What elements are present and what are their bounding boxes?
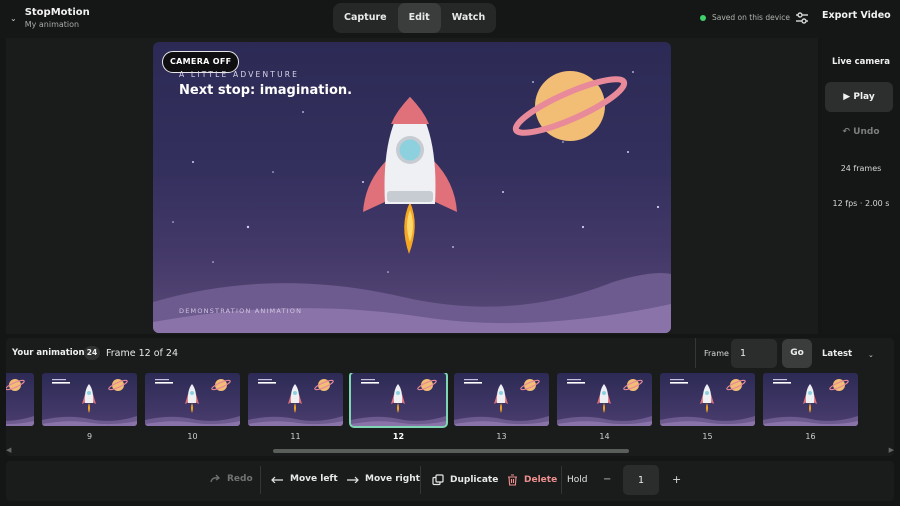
frame-number: 8 [6,432,34,439]
frame-number: 12 [392,432,405,439]
play-label: Play [853,92,875,102]
divider [260,466,261,494]
frame-number: 10 [187,432,198,439]
sort-select[interactable]: Latest [822,349,852,359]
undo-icon: ↶ [842,127,851,137]
timeline-panel: Your animation 24 Frame 12 of 24 Frame G… [6,338,894,456]
frame-thumbnail[interactable] [557,373,652,426]
edit-toolbar: Redo Move left Move right Duplicate Dele… [6,461,894,501]
preview-kicker: A LITTLE ADVENTURE [179,70,300,79]
project-menu[interactable]: ⌄ StopMotion My animation [10,6,90,30]
top-bar: ⌄ StopMotion My animation Capture Edit W… [0,0,900,38]
hold-increment-button[interactable]: + [672,473,681,486]
frame-strip[interactable]: 8 9 10 11 12 13 14 15 16 [6,373,894,439]
timeline-scrollbar[interactable]: ◀ ▶ [6,446,894,454]
preview-headline: Next stop: imagination. [179,83,353,98]
divider [561,466,562,494]
frame-number: 13 [496,432,507,439]
project-title-block: StopMotion My animation [25,6,90,30]
frame-thumbnail[interactable] [454,373,549,426]
divider [695,338,696,368]
delete-button[interactable]: Delete [507,474,557,486]
frame-thumbnail[interactable] [6,373,34,426]
frame-thumbnail[interactable] [660,373,755,426]
trash-icon [508,474,517,486]
app-name: StopMotion [24,7,90,18]
arrow-left-icon [271,476,283,483]
tab-edit[interactable]: Edit [397,3,441,33]
scroll-right-icon[interactable]: ▶ [889,446,894,454]
project-name: My animation [24,20,80,29]
hold-decrement-button[interactable]: − [603,474,611,485]
undo-button[interactable]: ↶ Undo [822,127,900,137]
duplicate-label: Duplicate [450,475,499,485]
scrollbar-thumb[interactable] [273,449,629,453]
chevron-down-icon: ⌄ [10,14,17,23]
frame-thumbnail[interactable] [145,373,240,426]
frame-jump-input[interactable] [731,339,777,368]
hold-label: Hold [567,475,588,485]
app-window: ⌄ StopMotion My animation Capture Edit W… [0,0,900,506]
status-dot-icon [700,14,706,21]
mode-switcher: Capture Edit Watch [333,3,497,33]
tab-watch[interactable]: Watch [441,3,497,33]
tab-capture[interactable]: Capture [333,3,398,33]
frame-thumbnail[interactable] [248,373,343,426]
frame-jump-label: Frame [704,349,729,358]
move-left-button[interactable]: Move left [271,474,338,484]
preview-footer: DEMONSTRATION ANIMATION [179,307,303,315]
frame-thumbnail[interactable] [763,373,858,426]
play-icon: ▶ [843,92,851,102]
duplicate-icon [432,474,444,486]
playback-panel: Live camera ▶ Play ↶ Undo 24 frames 12 f… [822,38,900,334]
redo-label: Redo [227,474,253,484]
fps-duration: 12 fps · 2.00 s [832,199,890,208]
frame-count-badge: 24 [84,346,100,360]
save-status-text: Saved on this device [712,13,790,22]
undo-label: Undo [853,127,880,137]
save-status: Saved on this device [700,13,790,22]
duplicate-button[interactable]: Duplicate [432,474,498,486]
chevron-down-icon: ⌄ [868,351,874,359]
frame-number: 16 [805,432,816,439]
redo-icon [210,474,221,483]
arrow-right-icon [347,476,359,483]
frame-thumbnail[interactable] [42,373,137,426]
frame-number: 9 [86,432,93,439]
live-camera-toggle[interactable]: Live camera [822,57,900,67]
frame-number: 14 [599,432,610,439]
frame-number: 11 [290,432,301,439]
frame-preview: CAMERA OFF A LITTLE ADVENTURE Next stop:… [153,42,671,333]
timeline-title: Your animation [12,348,85,358]
scroll-left-icon[interactable]: ◀ [6,446,11,454]
delete-label: Delete [524,475,558,485]
move-right-button[interactable]: Move right [346,474,420,484]
frame-thumbnail-selected[interactable] [349,373,448,428]
redo-button[interactable]: Redo [209,474,253,484]
go-button[interactable]: Go [782,339,812,368]
play-button[interactable]: ▶ Play [825,82,893,112]
frame-number: 15 [702,432,713,439]
hold-input[interactable] [623,465,659,495]
export-video-button[interactable]: Export Video [822,10,891,21]
current-frame-info: Frame 12 of 24 [106,348,178,359]
frame-count: 24 frames [840,164,882,173]
settings-sliders-icon[interactable] [795,11,809,25]
move-left-label: Move left [290,474,338,484]
divider [420,466,421,494]
move-right-label: Move right [365,474,420,484]
